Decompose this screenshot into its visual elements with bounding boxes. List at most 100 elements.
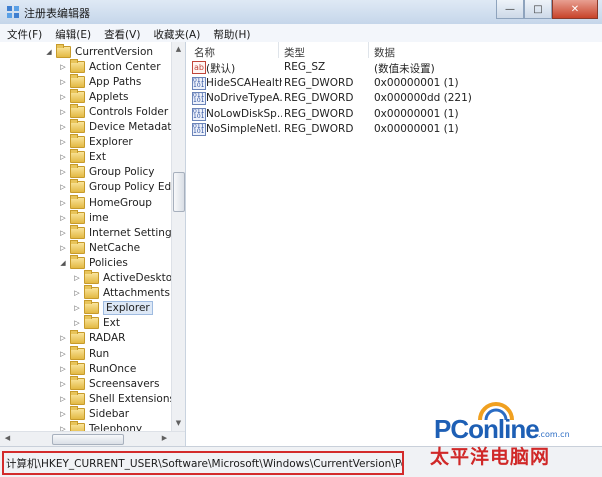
- collapsed-arrow-icon[interactable]: ▷: [72, 319, 82, 327]
- tree-item-label: CurrentVersion: [75, 45, 154, 58]
- key-tree: ◢ CurrentVersion ▷ Action Center ▷ App Paths ▷…: [0, 42, 186, 446]
- tree-item[interactable]: ▷ Attachments: [72, 285, 170, 301]
- tree-vertical-scrollbar[interactable]: ▲ ▼: [171, 42, 185, 446]
- collapsed-arrow-icon[interactable]: ▷: [58, 244, 68, 252]
- tree-item-label: Ext: [103, 317, 120, 330]
- menu-view[interactable]: 查看(V): [97, 24, 146, 42]
- scroll-left-icon[interactable]: ◀: [1, 432, 14, 445]
- tree-item[interactable]: ▷ Action Center: [58, 58, 161, 74]
- value-list: 名称 类型 数据 ab(默认)REG_SZ(数值未设置)0110 1011Hid…: [186, 42, 602, 446]
- value-row[interactable]: 0110 1011NoLowDiskSp...REG_DWORD 0x000000…: [192, 107, 592, 122]
- value-row[interactable]: 0110 1011HideSCAHealthREG_DWORD 0x0000000…: [192, 76, 592, 91]
- scroll-down-icon[interactable]: ▼: [172, 417, 185, 430]
- tree-item[interactable]: ▷ Explorer: [58, 134, 133, 150]
- column-header-type[interactable]: 类型: [284, 45, 305, 60]
- collapsed-arrow-icon[interactable]: ▷: [58, 334, 68, 342]
- collapsed-arrow-icon[interactable]: ▷: [72, 289, 82, 297]
- tree-item-label: Sidebar: [89, 407, 130, 420]
- menu-file[interactable]: 文件(F): [0, 24, 48, 42]
- tree-item[interactable]: ▷ Group Policy Editor: [58, 179, 185, 195]
- collapsed-arrow-icon[interactable]: ▷: [72, 274, 82, 282]
- folder-icon: [70, 254, 85, 269]
- tree-item-label: Ext: [89, 151, 106, 164]
- collapsed-arrow-icon[interactable]: ▷: [72, 304, 82, 312]
- value-icon: 0110 1011: [192, 107, 206, 121]
- collapsed-arrow-icon[interactable]: ▷: [58, 380, 68, 388]
- minimize-button[interactable]: —: [496, 0, 524, 19]
- tree-item[interactable]: ◢ CurrentVersion: [44, 43, 154, 59]
- tree-item[interactable]: ▷ Device Metadata: [58, 119, 178, 135]
- scroll-up-icon[interactable]: ▲: [172, 43, 185, 56]
- collapsed-arrow-icon[interactable]: ▷: [58, 93, 68, 101]
- collapsed-arrow-icon[interactable]: ▷: [58, 410, 68, 418]
- collapsed-arrow-icon[interactable]: ▷: [58, 123, 68, 131]
- registry-editor-icon: [7, 6, 19, 18]
- tree-scroll-thumb[interactable]: [173, 172, 185, 212]
- pconline-watermark: PConline .com.cn 太平洋电脑网: [428, 392, 600, 474]
- column-separator[interactable]: [368, 42, 369, 58]
- tree-item[interactable]: ▷ Ext: [72, 315, 120, 331]
- value-row[interactable]: ab (默认) REG_SZ (数值未设置): [192, 60, 592, 75]
- tree-hscroll-thumb[interactable]: [52, 434, 124, 445]
- tree-item[interactable]: ▷ ime: [58, 209, 109, 225]
- collapsed-arrow-icon[interactable]: ▷: [58, 168, 68, 176]
- expanded-arrow-icon[interactable]: ◢: [58, 259, 68, 267]
- tree-item[interactable]: ▷ App Paths: [58, 73, 141, 89]
- folder-icon: [70, 103, 85, 118]
- collapsed-arrow-icon[interactable]: ▷: [58, 365, 68, 373]
- collapsed-arrow-icon[interactable]: ▷: [58, 153, 68, 161]
- close-button[interactable]: ✕: [552, 0, 598, 19]
- value-type: REG_DWORD: [284, 92, 354, 105]
- tree-item[interactable]: ▷ Applets: [58, 88, 129, 104]
- tree-item[interactable]: ▷ Shell Extensions: [58, 390, 175, 406]
- scroll-right-icon[interactable]: ▶: [158, 432, 171, 445]
- tree-item-label: ActiveDesktop: [103, 272, 179, 284]
- collapsed-arrow-icon[interactable]: ▷: [58, 78, 68, 86]
- value-type: REG_DWORD: [284, 76, 354, 89]
- collapsed-arrow-icon[interactable]: ▷: [58, 108, 68, 116]
- folder-icon: [70, 405, 85, 420]
- watermark-chinese: 太平洋电脑网: [430, 446, 551, 468]
- folder-icon: [84, 300, 99, 315]
- collapsed-arrow-icon[interactable]: ▷: [58, 350, 68, 358]
- tree-item[interactable]: ▷ RunOnce: [58, 360, 136, 376]
- menu-help[interactable]: 帮助(H): [206, 24, 256, 42]
- tree-horizontal-scrollbar[interactable]: ◀ ▶: [0, 431, 185, 446]
- tree-item-label: ime: [89, 211, 109, 224]
- expanded-arrow-icon[interactable]: ◢: [44, 48, 54, 56]
- folder-icon: [70, 390, 85, 405]
- column-header-name[interactable]: 名称: [194, 45, 215, 60]
- collapsed-arrow-icon[interactable]: ▷: [58, 183, 68, 191]
- value-row[interactable]: 0110 1011NoDriveTypeA...REG_DWORD 0x00000…: [192, 91, 592, 106]
- tree-item[interactable]: ▷ Run: [58, 345, 109, 361]
- collapsed-arrow-icon[interactable]: ▷: [58, 138, 68, 146]
- collapsed-arrow-icon[interactable]: ▷: [58, 229, 68, 237]
- collapsed-arrow-icon[interactable]: ▷: [58, 199, 68, 207]
- tree-item[interactable]: ▷ Controls Folder: [58, 103, 168, 119]
- tree-item[interactable]: ▷ Internet Settings: [58, 224, 177, 240]
- menu-edit[interactable]: 编辑(E): [48, 24, 97, 42]
- column-separator[interactable]: [278, 42, 279, 58]
- tree-item[interactable]: ▷ Explorer: [72, 300, 153, 316]
- tree-item[interactable]: ▷ ActiveDesktop: [72, 270, 179, 286]
- tree-item[interactable]: ▷ HomeGroup: [58, 194, 152, 210]
- tree-item[interactable]: ▷ Screensavers: [58, 375, 159, 391]
- folder-icon: [70, 209, 85, 224]
- column-header-data[interactable]: 数据: [374, 45, 395, 60]
- folder-icon: [70, 239, 85, 254]
- tree-item-label: Applets: [89, 90, 129, 103]
- tree-item[interactable]: ▷ Group Policy: [58, 164, 155, 180]
- collapsed-arrow-icon[interactable]: ▷: [58, 395, 68, 403]
- collapsed-arrow-icon[interactable]: ▷: [58, 63, 68, 71]
- tree-item[interactable]: ▷ Sidebar: [58, 405, 130, 421]
- menu-favorites[interactable]: 收藏夹(A): [146, 24, 206, 42]
- tree-item[interactable]: ◢ Policies: [58, 254, 128, 270]
- value-icon: 0110 1011: [192, 92, 206, 106]
- collapsed-arrow-icon[interactable]: ▷: [58, 214, 68, 222]
- tree-item[interactable]: ▷ RADAR: [58, 330, 125, 346]
- value-row[interactable]: 0110 1011NoSimpleNetI...REG_DWORD 0x00000…: [192, 122, 592, 137]
- tree-item[interactable]: ▷ NetCache: [58, 239, 140, 255]
- maximize-button[interactable]: □: [524, 0, 552, 19]
- tree-item-label: Explorer: [103, 301, 153, 316]
- tree-item[interactable]: ▷ Ext: [58, 149, 106, 165]
